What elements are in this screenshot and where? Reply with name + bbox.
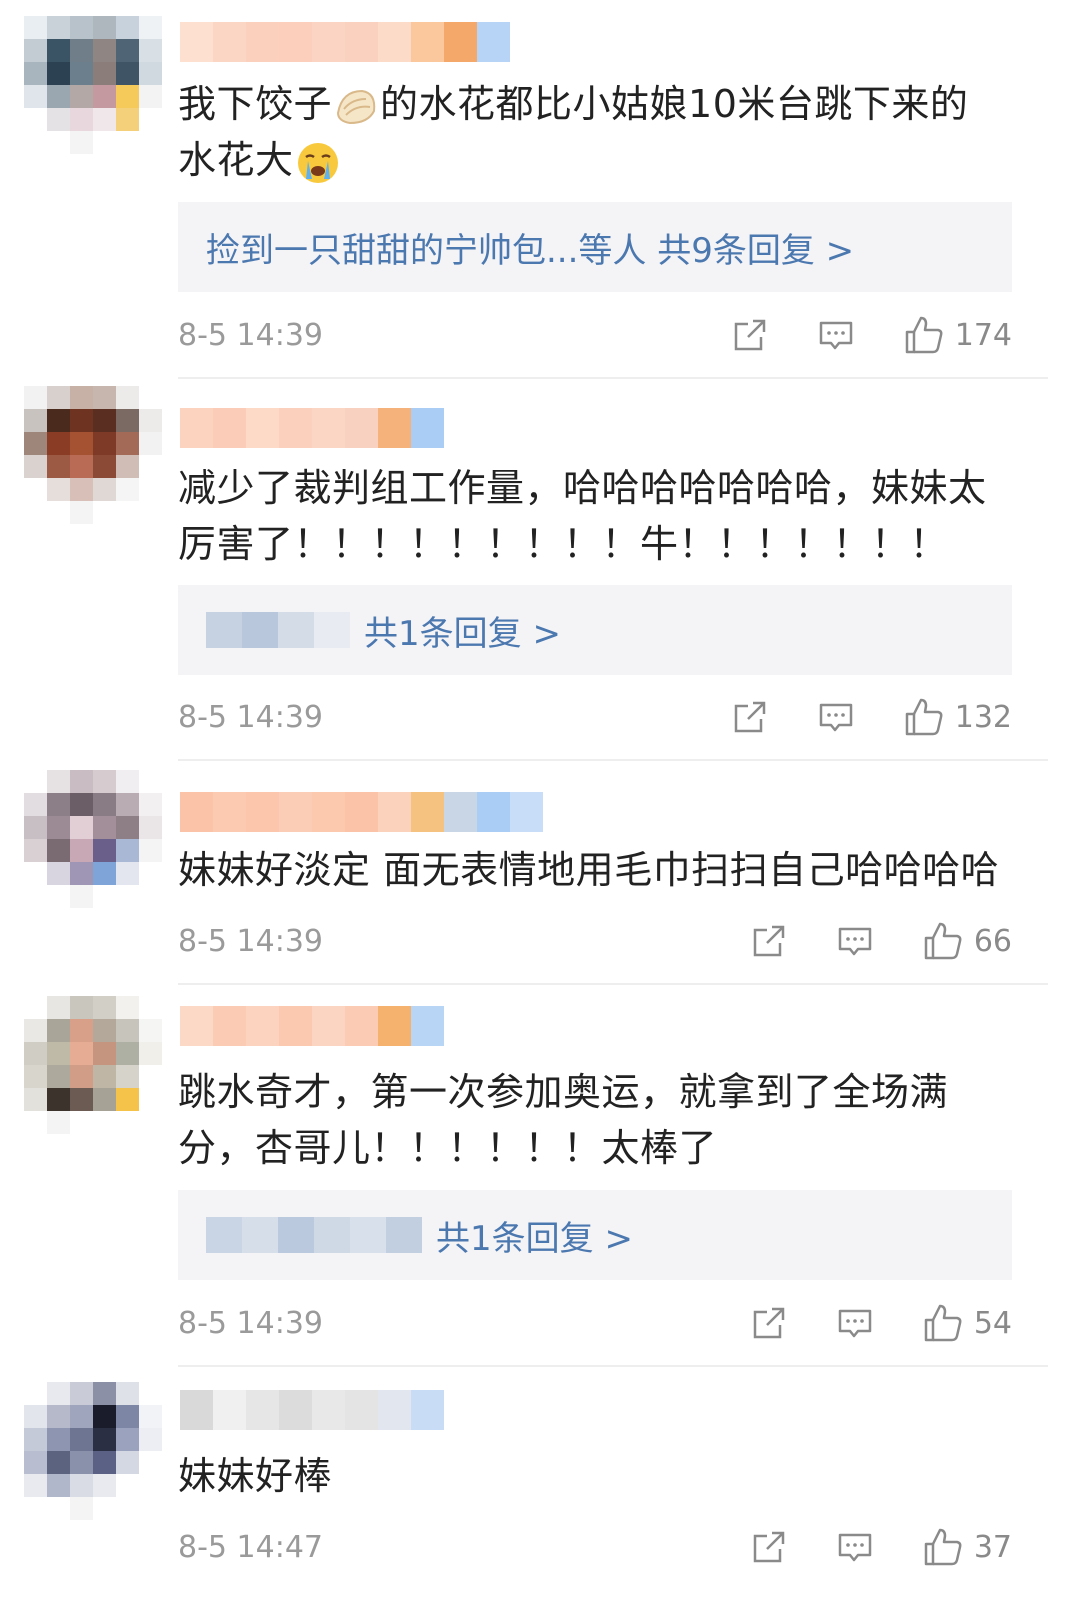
comment-icon [838, 927, 872, 956]
comment-meta: 8-5 14:47 37 [178, 1522, 1012, 1572]
like-button[interactable]: 37 [922, 1526, 1012, 1568]
action-bar: 54 [702, 1302, 1012, 1344]
avatar[interactable] [24, 996, 162, 1134]
reply-summary[interactable]: 共1条回复 > [178, 585, 1012, 675]
timestamp: 8-5 14:47 [178, 1529, 323, 1565]
share-icon [753, 1307, 785, 1339]
comment-text-line: 我下饺子 [178, 82, 333, 126]
comment-text-line: 厉害了！！！！！！！！！牛！！！！！！！ [178, 522, 949, 566]
timestamp: 8-5 14:39 [178, 1305, 323, 1341]
share-icon [753, 925, 785, 957]
comment-text-line: 妹妹好棒 [178, 1454, 333, 1498]
username-blurred[interactable] [180, 1006, 444, 1046]
comment-text-line: 妹妹好淡定 面无表情地用毛巾扫扫自己哈哈哈哈 [178, 848, 1000, 892]
avatar[interactable] [24, 1382, 162, 1520]
action-bar: 174 [683, 314, 1012, 356]
username-blurred[interactable] [180, 792, 543, 832]
comment-text-line: 减少了裁判组工作量，哈哈哈哈哈哈哈，妹妹太 [178, 466, 987, 510]
comment-meta: 8-5 14:39 54 [178, 1298, 1012, 1348]
action-bar: 132 [683, 696, 1012, 738]
share-button[interactable] [750, 922, 788, 960]
reply-username-blurred [206, 1217, 422, 1253]
comment-icon [838, 1533, 872, 1562]
reply-link[interactable]: 共1条回复 > [436, 1211, 633, 1260]
share-icon [734, 319, 765, 351]
divider [178, 377, 1048, 379]
reply-username-blurred [206, 612, 350, 648]
comment-text-line: 跳水奇才，第一次参加奥运，就拿到了全场满 [178, 1070, 949, 1114]
comment-button[interactable] [817, 698, 855, 736]
share-button[interactable] [731, 316, 769, 354]
comment-text-line: 分，杏哥儿！！！！！！太棒了 [178, 1126, 718, 1170]
comment-icon [819, 703, 852, 732]
dumpling-emoji-icon [337, 89, 376, 124]
like-button[interactable]: 66 [922, 920, 1012, 962]
like-button[interactable]: 174 [903, 314, 1012, 356]
share-icon [753, 1531, 785, 1563]
comment-button[interactable] [836, 922, 874, 960]
comment-meta: 8-5 14:39 132 [178, 692, 1012, 742]
comment-icon [838, 1309, 872, 1338]
share-button[interactable] [731, 698, 769, 736]
divider [178, 1365, 1048, 1367]
comment-text: 妹妹好棒 [178, 1448, 1018, 1504]
crying-emoji-icon [297, 142, 338, 183]
like-button[interactable]: 132 [903, 696, 1012, 738]
share-button[interactable] [750, 1528, 788, 1566]
comment-meta: 8-5 14:39 66 [178, 916, 1012, 966]
comment-text: 减少了裁判组工作量，哈哈哈哈哈哈哈，妹妹太 厉害了！！！！！！！！！牛！！！！！… [178, 460, 1018, 572]
like-count: 37 [973, 1529, 1012, 1565]
username-blurred[interactable] [180, 1390, 444, 1430]
share-icon [734, 701, 765, 733]
username-blurred[interactable] [180, 22, 510, 62]
avatar[interactable] [24, 386, 162, 524]
like-count: 54 [973, 1305, 1012, 1341]
divider [178, 983, 1048, 985]
reply-summary[interactable]: 共1条回复 > [178, 1190, 1012, 1280]
comment-icon [819, 321, 852, 350]
action-bar: 37 [702, 1526, 1012, 1568]
timestamp: 8-5 14:39 [178, 699, 323, 735]
reply-link[interactable]: 捡到一只甜甜的宁帅包...等人 共9条回复 > [206, 223, 854, 272]
comment-text-line: 的水花都比小姑娘10米台跳下来的 [380, 82, 969, 126]
thumbs-up-icon [924, 922, 962, 960]
avatar[interactable] [24, 16, 162, 154]
thumbs-up-icon [905, 316, 943, 354]
timestamp: 8-5 14:39 [178, 317, 323, 353]
comment-button[interactable] [836, 1304, 874, 1342]
thumbs-up-icon [905, 698, 943, 736]
like-button[interactable]: 54 [922, 1302, 1012, 1344]
comment-meta: 8-5 14:39 174 [178, 310, 1012, 360]
comment-text: 我下饺子 的水花都比小姑娘10米台跳下来的 水花大 [178, 76, 1018, 188]
reply-summary[interactable]: 捡到一只甜甜的宁帅包...等人 共9条回复 > [178, 202, 1012, 292]
comment-text: 妹妹好淡定 面无表情地用毛巾扫扫自己哈哈哈哈 [178, 842, 1018, 898]
comment-text-line: 水花大 [178, 138, 294, 182]
like-count: 132 [954, 699, 1012, 735]
comment-button[interactable] [817, 316, 855, 354]
avatar[interactable] [24, 770, 162, 908]
like-count: 66 [973, 923, 1012, 959]
reply-link[interactable]: 共1条回复 > [364, 606, 561, 655]
like-count: 174 [954, 317, 1012, 353]
comment-text: 跳水奇才，第一次参加奥运，就拿到了全场满 分，杏哥儿！！！！！！太棒了 [178, 1064, 1018, 1176]
username-blurred[interactable] [180, 408, 444, 448]
action-bar: 66 [702, 920, 1012, 962]
comment-button[interactable] [836, 1528, 874, 1566]
timestamp: 8-5 14:39 [178, 923, 323, 959]
thumbs-up-icon [924, 1528, 962, 1566]
share-button[interactable] [750, 1304, 788, 1342]
divider [178, 759, 1048, 761]
thumbs-up-icon [924, 1304, 962, 1342]
